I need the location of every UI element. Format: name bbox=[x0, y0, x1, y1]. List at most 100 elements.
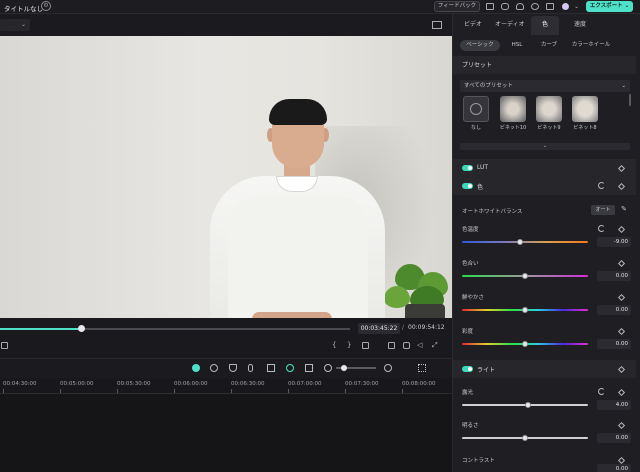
total-time: 00:09:54:12 bbox=[408, 324, 445, 331]
tab-color[interactable]: 色 bbox=[542, 19, 548, 28]
brightness-label: 明るさ bbox=[462, 423, 479, 429]
ruler-tick bbox=[3, 389, 4, 393]
vibrance-value[interactable]: 0.00 bbox=[597, 305, 631, 315]
preset-dropdown-label: すべてのプリセット bbox=[464, 83, 513, 89]
preset-scrollbar[interactable] bbox=[629, 94, 631, 106]
exposure-slider-handle[interactable] bbox=[524, 402, 531, 408]
monitor-icon[interactable] bbox=[388, 342, 395, 349]
temperature-slider[interactable] bbox=[462, 241, 588, 243]
temperature-value[interactable]: -9.00 bbox=[597, 237, 631, 247]
export-button[interactable]: エクスポート ⌄ bbox=[586, 1, 633, 12]
playhead-handle[interactable] bbox=[77, 325, 85, 332]
preset-vignette8[interactable] bbox=[572, 96, 598, 122]
ai-icon[interactable] bbox=[286, 364, 294, 372]
support-icon[interactable] bbox=[531, 3, 539, 10]
playback-progress bbox=[0, 328, 81, 330]
temperature-label: 色温度 bbox=[462, 227, 479, 233]
project-settings-icon[interactable]: ⚙ bbox=[41, 1, 51, 11]
cloud-icon[interactable] bbox=[516, 3, 524, 10]
volume-icon[interactable]: ◁ bbox=[417, 341, 422, 349]
ruler-time-label: 00:06:30:00 bbox=[231, 381, 265, 387]
subtab-curves[interactable]: カーブ bbox=[535, 40, 563, 51]
ruler-tick bbox=[402, 389, 403, 393]
overlay-icon[interactable] bbox=[267, 364, 275, 372]
light-toggle[interactable] bbox=[462, 366, 473, 372]
tab-video[interactable]: ビデオ bbox=[464, 19, 482, 28]
exposure-label: 露光 bbox=[462, 390, 474, 396]
current-time[interactable]: 00:03:45:22 bbox=[358, 323, 400, 334]
zoom-select[interactable]: ⌄ bbox=[0, 19, 30, 31]
time-separator: / bbox=[402, 324, 405, 331]
avatar[interactable] bbox=[562, 3, 569, 10]
account-chevron-icon[interactable]: ⌄ bbox=[574, 3, 579, 10]
subtab-basic[interactable]: ベーシック bbox=[460, 40, 500, 51]
export-label: エクスポート bbox=[589, 3, 623, 9]
reset-icon[interactable] bbox=[598, 388, 605, 395]
subtab-color-wheel[interactable]: カラーホイール bbox=[568, 40, 614, 51]
snapshot-icon[interactable] bbox=[432, 21, 442, 29]
render-icon[interactable] bbox=[192, 364, 200, 372]
ruler-tick bbox=[174, 389, 175, 393]
zoom-slider-handle[interactable] bbox=[341, 365, 347, 371]
lut-label: LUT bbox=[477, 164, 489, 171]
zoom-in-icon[interactable] bbox=[384, 364, 392, 372]
timeline-tracks[interactable] bbox=[0, 394, 452, 472]
camera-icon[interactable] bbox=[403, 342, 410, 349]
ruler-time-label: 00:06:00:00 bbox=[174, 381, 208, 387]
preset-section-label: プリセット bbox=[462, 62, 493, 69]
marker-icon[interactable] bbox=[229, 364, 237, 372]
reset-icon[interactable] bbox=[598, 225, 605, 232]
preset-none[interactable] bbox=[463, 96, 489, 122]
stop-icon[interactable] bbox=[1, 342, 8, 349]
feedback-button[interactable]: フィードバック bbox=[434, 1, 480, 12]
vibrance-slider-handle[interactable] bbox=[522, 307, 528, 313]
contrast-label: コントラスト bbox=[462, 458, 495, 464]
reset-icon[interactable] bbox=[598, 182, 605, 189]
export-chevron-icon: ⌄ bbox=[624, 3, 630, 9]
tint-slider-handle[interactable] bbox=[522, 273, 528, 279]
chevron-down-icon: ⌄ bbox=[621, 83, 626, 89]
contrast-value[interactable]: 0.00 bbox=[597, 464, 631, 472]
save-icon[interactable] bbox=[501, 3, 509, 10]
auto-button[interactable]: オート bbox=[591, 205, 615, 215]
play-icon[interactable] bbox=[210, 364, 218, 372]
zoom-out-icon[interactable] bbox=[324, 364, 332, 372]
tab-audio[interactable]: オーディオ bbox=[495, 19, 525, 28]
exposure-value[interactable]: 4.00 bbox=[597, 400, 631, 410]
temperature-slider-handle[interactable] bbox=[516, 239, 523, 245]
ruler-tick bbox=[231, 389, 232, 393]
saturation-slider-handle[interactable] bbox=[522, 341, 528, 347]
subtab-hsl[interactable]: HSL bbox=[505, 40, 529, 51]
mic-icon[interactable] bbox=[248, 364, 253, 372]
project-title[interactable]: タイトルなし bbox=[4, 3, 43, 13]
tint-value[interactable]: 0.00 bbox=[597, 271, 631, 281]
tracks-grid-icon[interactable] bbox=[418, 364, 426, 372]
layout-icon[interactable] bbox=[486, 3, 494, 10]
expand-presets-button[interactable]: ⌄ bbox=[460, 143, 630, 150]
preset-vignette9[interactable] bbox=[536, 96, 562, 122]
preset-vignette10[interactable] bbox=[500, 96, 526, 122]
audio-icon[interactable] bbox=[305, 364, 313, 372]
display-icon[interactable] bbox=[362, 342, 369, 349]
color-label: 色 bbox=[477, 184, 484, 191]
ruler-time-label: 00:05:00:00 bbox=[60, 381, 94, 387]
light-label: ライト bbox=[477, 367, 496, 374]
mark-in-button[interactable]: { bbox=[332, 341, 336, 349]
preset-dropdown[interactable]: すべてのプリセット ⌄ bbox=[460, 80, 630, 92]
color-toggle[interactable] bbox=[462, 183, 473, 189]
video-preview[interactable] bbox=[0, 36, 452, 318]
ruler-time-label: 00:05:30:00 bbox=[117, 381, 151, 387]
brightness-value[interactable]: 0.00 bbox=[597, 433, 631, 443]
tab-speed[interactable]: 速度 bbox=[574, 19, 586, 28]
grid-icon[interactable] bbox=[546, 3, 554, 10]
fullscreen-icon[interactable]: ⤢ bbox=[432, 341, 438, 350]
mark-out-button[interactable]: } bbox=[347, 341, 351, 349]
player-header bbox=[0, 14, 452, 36]
lut-toggle[interactable] bbox=[462, 165, 473, 171]
saturation-label: 彩度 bbox=[462, 329, 474, 335]
ruler-tick bbox=[60, 389, 61, 393]
saturation-value[interactable]: 0.00 bbox=[597, 339, 631, 349]
eyedropper-icon[interactable]: ✎ bbox=[621, 205, 627, 213]
brightness-slider-handle[interactable] bbox=[522, 435, 528, 441]
preset-label: ビネット8 bbox=[573, 125, 597, 131]
